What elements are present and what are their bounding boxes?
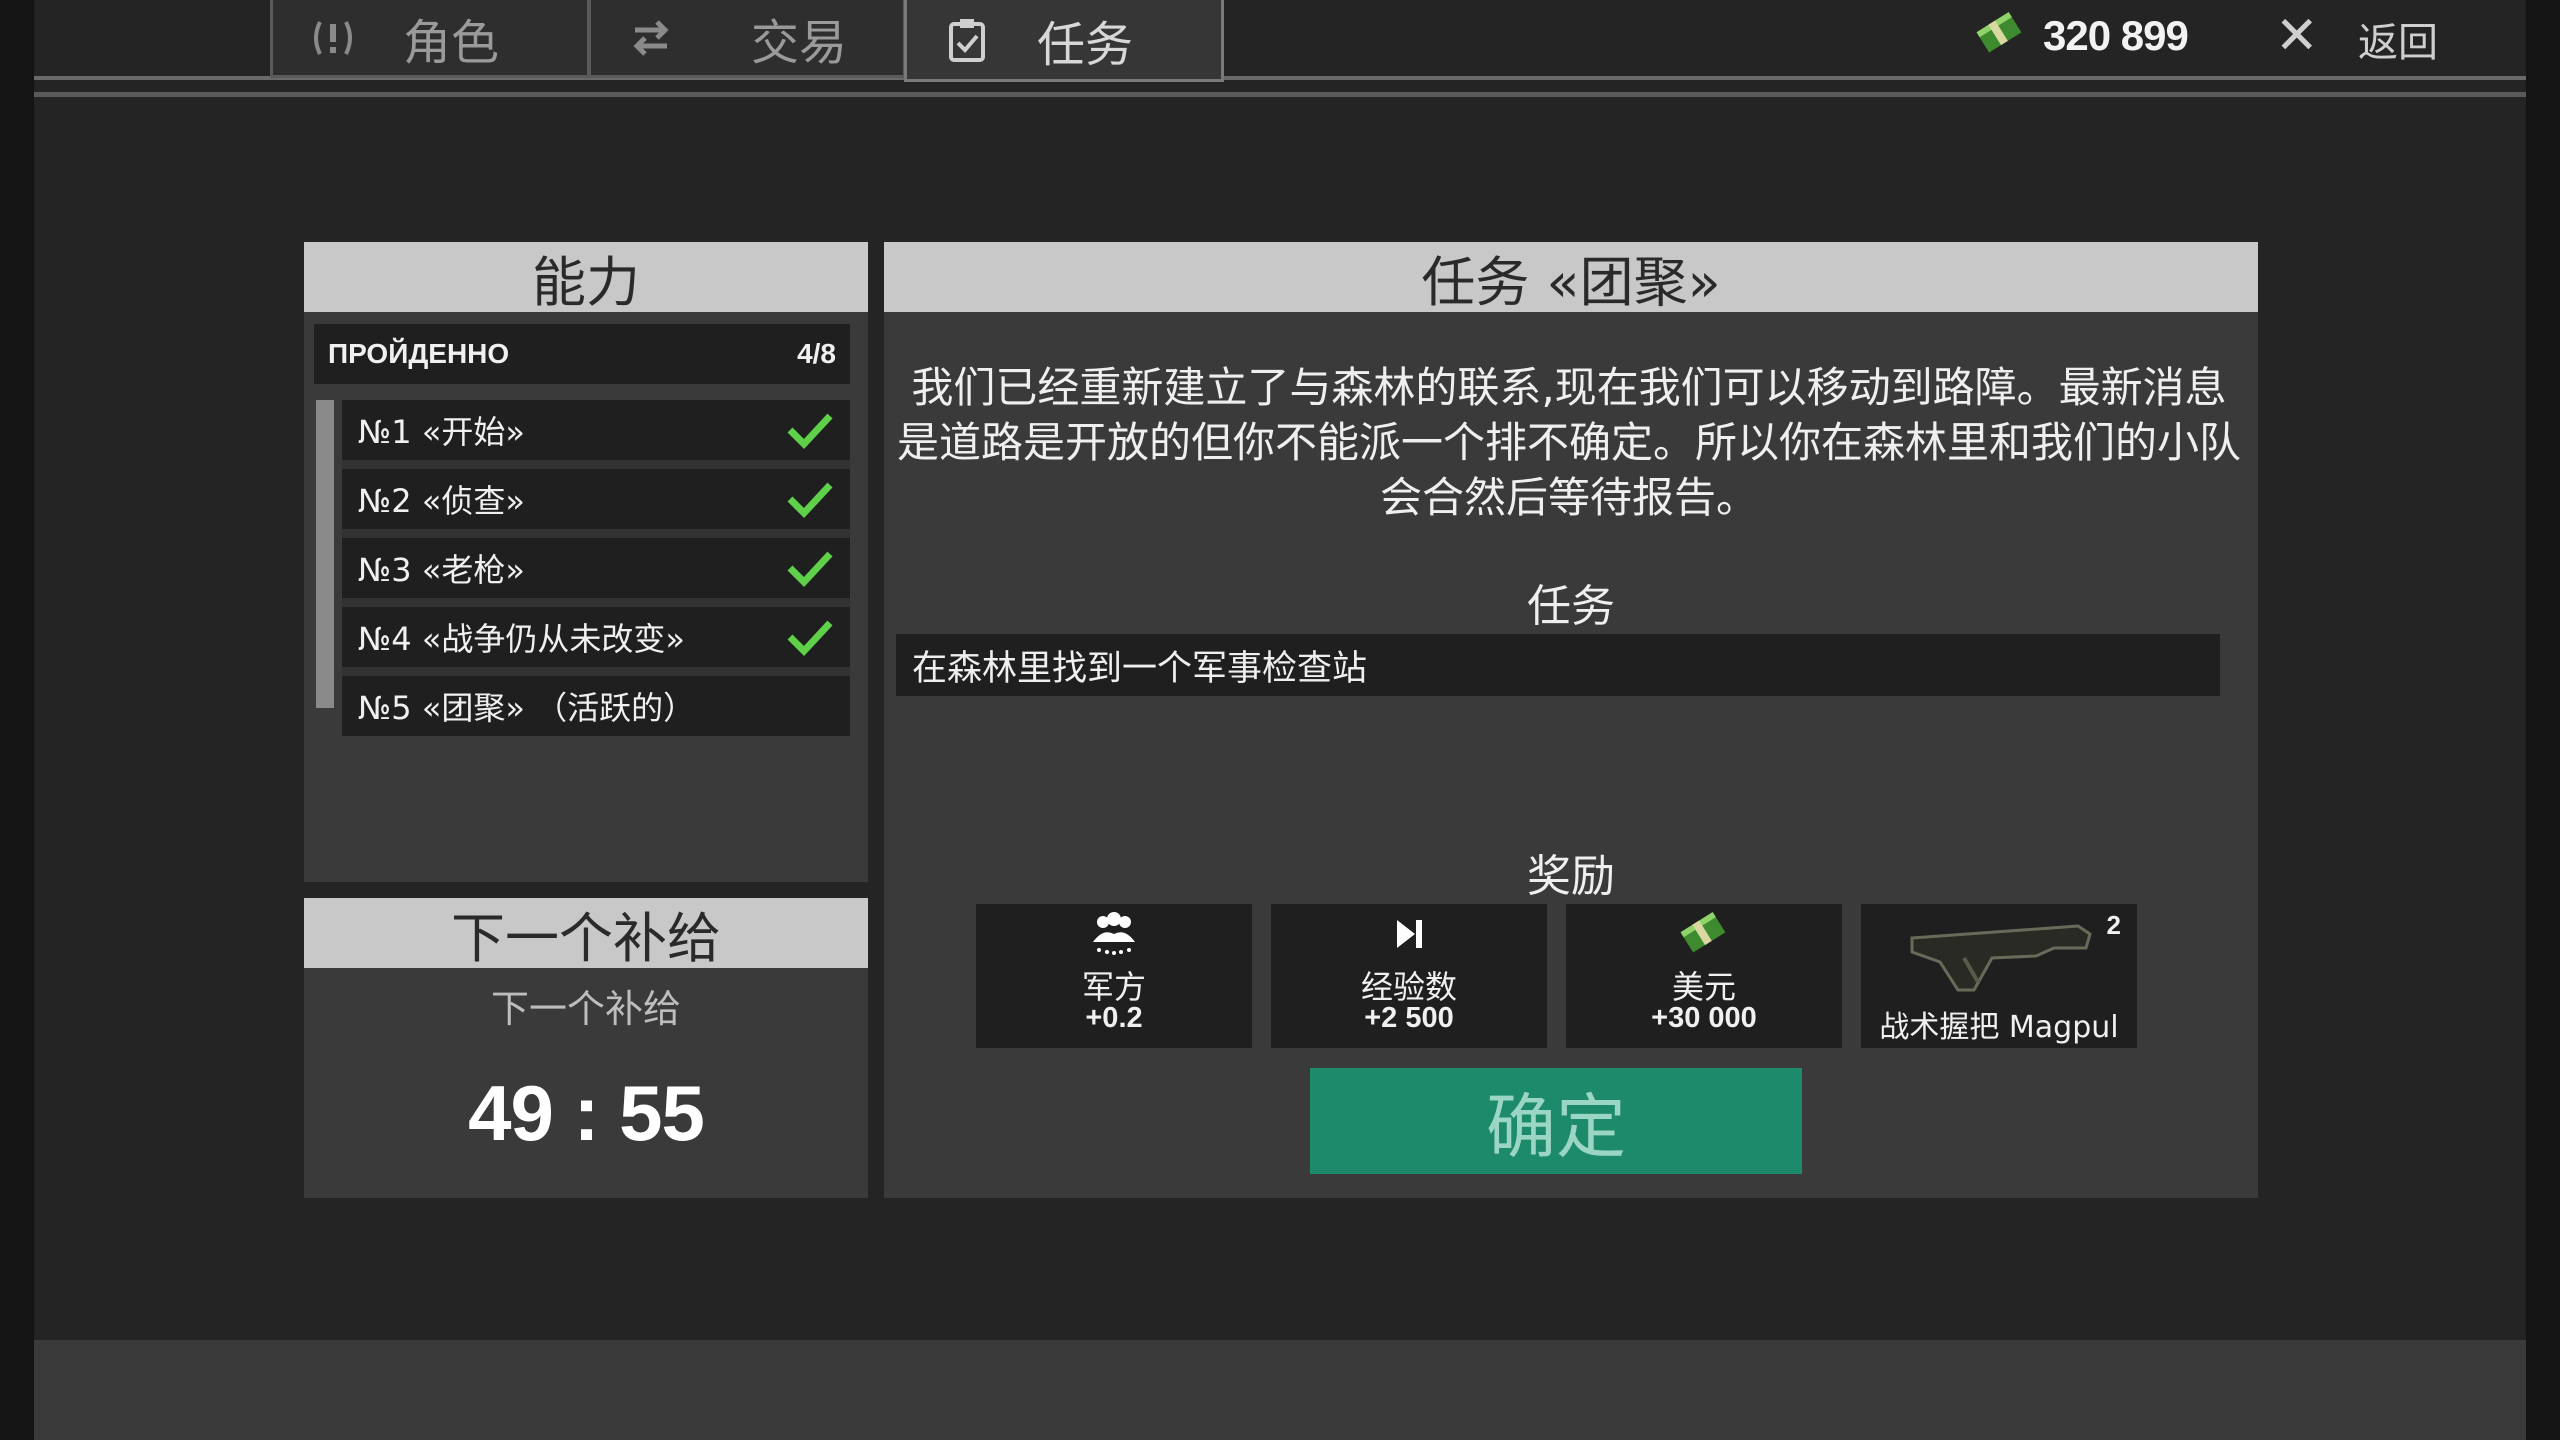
supply-panel: 下一个补给 下一个补给 49 : 55 (304, 898, 868, 1198)
checkmark-icon (787, 551, 833, 588)
supply-panel-title: 下一个补给 (304, 898, 868, 970)
reward-value: +0.2 (1085, 1002, 1143, 1034)
checkmark-icon (787, 413, 833, 450)
reward-value: +30 000 (1651, 1002, 1757, 1034)
tab-trade[interactable]: 交易 (588, 0, 906, 78)
passed-label: ПРОЙДЕННО (328, 338, 510, 369)
soldiers-icon (976, 910, 1252, 958)
ability-panel-title: 能力 (304, 242, 868, 314)
tab-missions-label: 任务 (1037, 16, 1134, 73)
top-divider-lower (34, 92, 2526, 97)
reward-experience[interactable]: 经验数 +2 500 (1271, 904, 1547, 1048)
back-button[interactable]: 返回 (2358, 10, 2438, 68)
cash-icon (1975, 12, 2025, 60)
reward-military[interactable]: 军方 +0.2 (976, 904, 1252, 1048)
mission-item-label: №3 «老枪» (358, 551, 525, 589)
alert-circle-icon (303, 16, 363, 60)
passed-count: 4/8 (797, 338, 836, 369)
mission-item-label: №5 «团聚» （活跃的） (358, 689, 696, 727)
mission-panel: 任务 «团聚» 我们已经重新建立了与森林的联系,现在我们可以移动到路障。最新消息… (884, 242, 2258, 1198)
clipboard-check-icon (937, 16, 997, 64)
passed-summary: ПРОЙДЕННО 4/8 (314, 324, 850, 384)
mission-item-2[interactable]: №2 «侦查» (342, 469, 850, 529)
mission-list-scrollbar[interactable] (316, 400, 334, 708)
left-frame (0, 0, 34, 1440)
money-value: 320 899 (2043, 12, 2189, 59)
mission-item-4[interactable]: №4 «战争仍从未改变» (342, 607, 850, 667)
mission-description: 我们已经重新建立了与森林的联系,现在我们可以移动到路障。最新消息是道路是开放的但… (896, 363, 2241, 522)
tab-missions[interactable]: 任务 (904, 0, 1224, 82)
swap-arrows-icon (621, 18, 681, 58)
mission-item-1[interactable]: №1 «开始» (342, 400, 850, 460)
bottom-band (34, 1340, 2526, 1440)
tab-character[interactable]: 角色 (270, 0, 590, 78)
rewards-title: 奖励 (1527, 851, 1615, 902)
money-display: 320 899 (1975, 12, 2189, 60)
tactical-grip-icon (1861, 918, 2137, 994)
ability-panel: 能力 ПРОЙДЕННО 4/8 №1 «开始» №2 «侦查» №3 «老枪»… (304, 242, 868, 882)
objective-title: 任务 (1527, 581, 1615, 632)
close-icon[interactable]: ✕ (2275, 6, 2319, 66)
cash-icon (1566, 910, 1842, 958)
supply-timer: 49 : 55 (468, 1069, 705, 1157)
mission-item-label: №2 «侦查» (358, 482, 525, 520)
mission-item-label: №1 «开始» (358, 413, 525, 451)
mission-item-label: №4 «战争仍从未改变» (358, 620, 685, 658)
tab-trade-label: 交易 (751, 14, 848, 71)
confirm-button[interactable]: 确定 (1310, 1068, 1802, 1174)
reward-count: 2 (2106, 910, 2121, 940)
reward-dollars[interactable]: 美元 +30 000 (1566, 904, 1842, 1048)
skip-forward-icon (1271, 910, 1547, 958)
objective-text: 在森林里找到一个军事检查站 (896, 634, 2220, 696)
checkmark-icon (787, 620, 833, 657)
reward-value: +2 500 (1364, 1002, 1454, 1034)
tab-character-label: 角色 (403, 14, 500, 71)
supply-subtitle: 下一个补给 (490, 987, 681, 1031)
right-frame (2526, 0, 2560, 1440)
reward-label: 战术握把 Magpul (1879, 1010, 2119, 1045)
checkmark-icon (787, 482, 833, 519)
mission-panel-title: 任务 «团聚» (884, 242, 2258, 314)
reward-grip[interactable]: 2 战术握把 Magpul (1861, 904, 2137, 1048)
mission-item-3[interactable]: №3 «老枪» (342, 538, 850, 598)
mission-item-5[interactable]: №5 «团聚» （活跃的） (342, 676, 850, 736)
